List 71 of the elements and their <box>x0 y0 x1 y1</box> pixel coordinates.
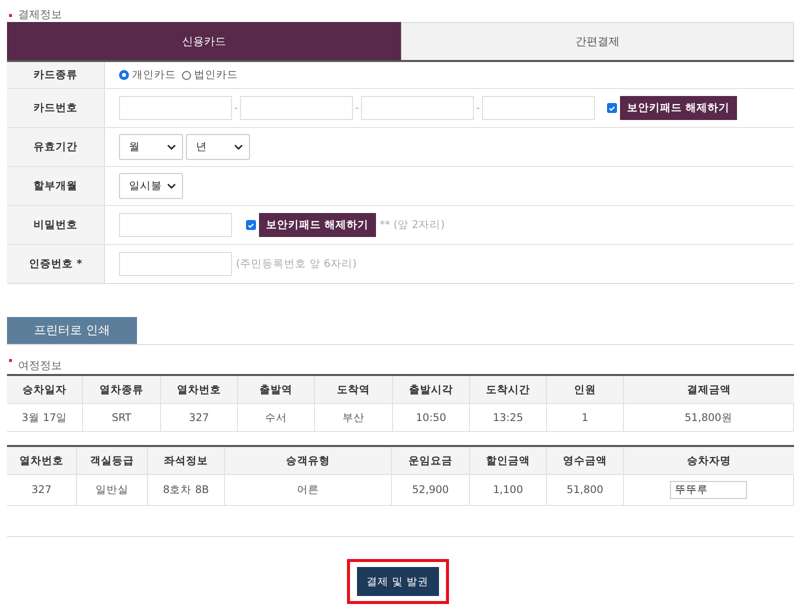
chevron-down-icon <box>167 144 176 150</box>
table-cell: 3월 17일 <box>7 404 83 432</box>
table-cell: SRT <box>83 404 161 432</box>
payment-tab[interactable]: 신용카드 <box>7 22 400 60</box>
table-cell: 327 <box>161 404 238 432</box>
column-header: 영수금액 <box>547 447 624 475</box>
chevron-down-icon <box>167 183 176 189</box>
column-header: 열차번호 <box>7 447 77 475</box>
password-field[interactable] <box>119 213 232 237</box>
field-label: 비밀번호 <box>34 218 78 232</box>
chevron-down-icon <box>234 144 243 150</box>
passenger-name-field[interactable]: 뚜뚜루 <box>670 481 747 499</box>
radio-button[interactable] <box>119 70 129 80</box>
table-cell: 51,800 <box>547 475 624 506</box>
table-cell: 327 <box>7 475 77 506</box>
section-title: 결제정보 <box>7 0 794 22</box>
dropdown[interactable]: 일시불 <box>119 173 183 199</box>
field-label: 유효기간 <box>34 140 78 154</box>
payment-tab[interactable]: 간편결제 <box>400 22 794 60</box>
column-header: 운임요금 <box>392 447 470 475</box>
column-header: 인원 <box>547 376 624 404</box>
table-cell: 일반실 <box>77 475 148 506</box>
card-number-field[interactable] <box>119 96 232 120</box>
column-header: 결제금액 <box>624 376 794 404</box>
column-header: 출발역 <box>238 376 315 404</box>
submit-button[interactable]: 결제 및 발권 <box>356 567 438 596</box>
card-number-field[interactable] <box>482 96 595 120</box>
table-cell: 13:25 <box>470 404 547 432</box>
column-header: 승객유형 <box>225 447 392 475</box>
table-cell: 8호차 8B <box>148 475 225 506</box>
separator-dash: - <box>354 102 360 114</box>
print-button[interactable]: 프린터로 인쇄 <box>7 317 137 344</box>
table-cell: 수서 <box>238 404 315 432</box>
field-label: 카드번호 <box>34 101 78 115</box>
column-header: 객실등급 <box>77 447 148 475</box>
verification-field[interactable] <box>119 252 232 276</box>
column-header: 열차번호 <box>161 376 238 404</box>
hint-text: (주민등록번호 앞 6자리) <box>236 257 357 271</box>
separator-dash: - <box>475 102 481 114</box>
column-header: 할인금액 <box>470 447 547 475</box>
column-header: 승차자명 <box>624 447 794 475</box>
hint-text: ** (앞 2자리) <box>380 218 445 232</box>
column-header: 도착역 <box>315 376 393 404</box>
card-number-field[interactable] <box>240 96 353 120</box>
column-header: 도착시간 <box>470 376 547 404</box>
table-cell: 부산 <box>315 404 393 432</box>
dropdown[interactable]: 월 <box>119 134 183 160</box>
column-header: 출발시각 <box>393 376 470 404</box>
column-header: 좌석정보 <box>148 447 225 475</box>
keypad-toggle-button[interactable]: 보안키패드 해제하기 <box>259 213 376 237</box>
column-header: 열차종류 <box>83 376 161 404</box>
keypad-toggle-button[interactable]: 보안키패드 해제하기 <box>620 96 737 120</box>
dropdown[interactable]: 년 <box>186 134 250 160</box>
column-header: 승차일자 <box>7 376 83 404</box>
table-cell: 52,900 <box>392 475 470 506</box>
table-cell: 어른 <box>225 475 392 506</box>
table-cell: 1 <box>547 404 624 432</box>
table-cell: 51,800원 <box>624 404 794 432</box>
field-label: 할부개월 <box>34 179 78 193</box>
separator-dash: - <box>233 102 239 114</box>
table-cell: 10:50 <box>393 404 470 432</box>
checkbox[interactable] <box>607 103 617 113</box>
card-number-field[interactable] <box>361 96 474 120</box>
table-cell: 1,100 <box>470 475 547 506</box>
section-title: 여정정보 <box>7 345 794 374</box>
radio-label: 법인카드 <box>194 68 238 82</box>
radio-button[interactable] <box>182 70 191 80</box>
checkbox[interactable] <box>246 220 256 230</box>
field-label: 인증번호 * <box>28 257 82 271</box>
field-label: 카드종류 <box>34 68 78 82</box>
radio-label: 개인카드 <box>132 68 176 82</box>
